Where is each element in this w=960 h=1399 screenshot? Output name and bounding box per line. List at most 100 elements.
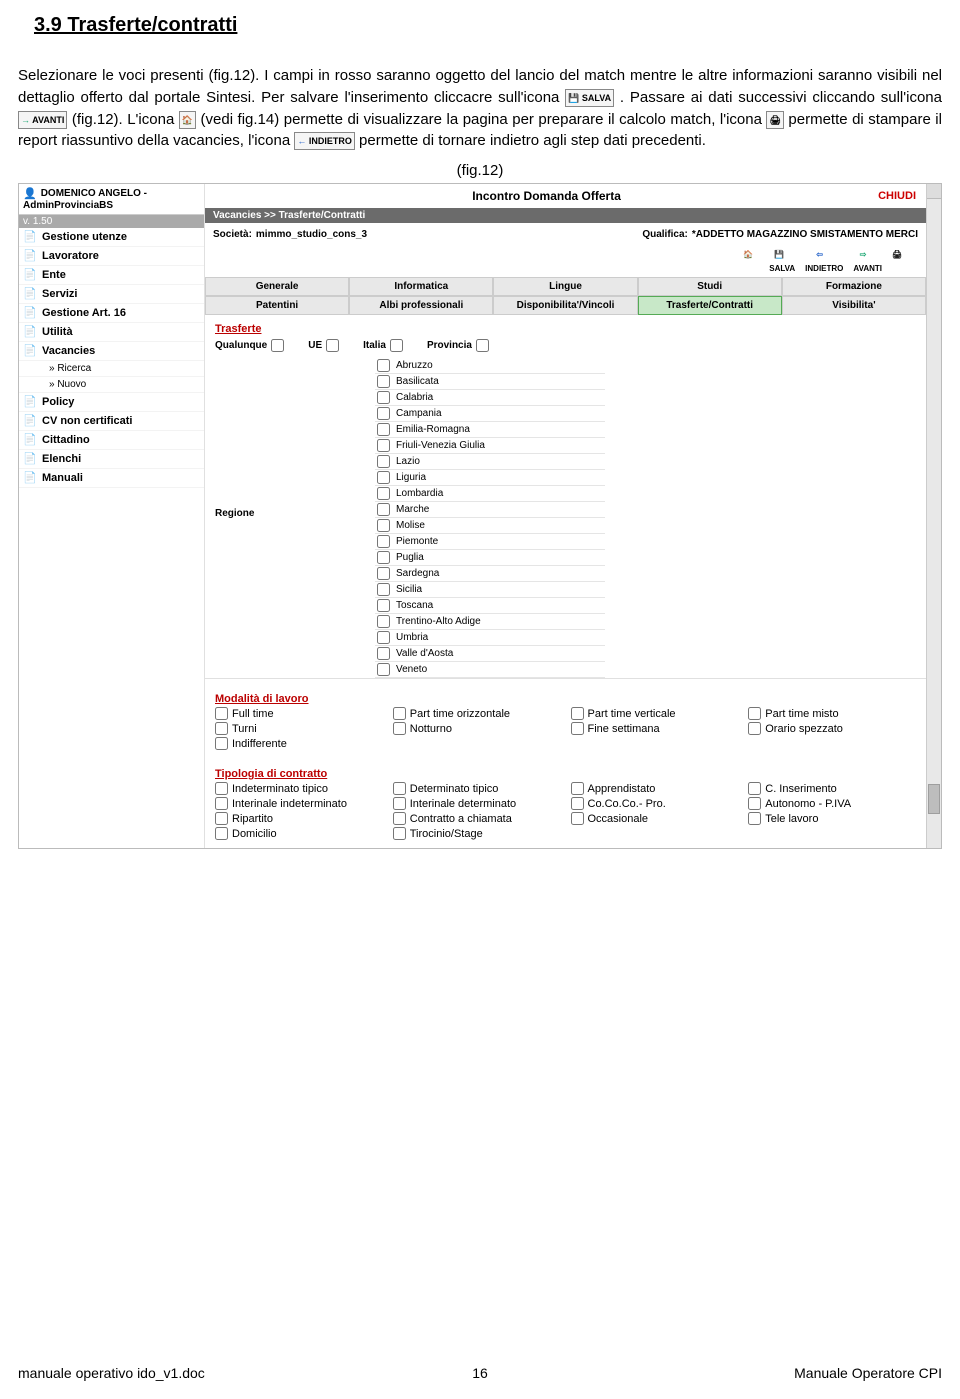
region-checkbox[interactable] <box>377 359 390 372</box>
sidebar-item[interactable]: 📄Manuali <box>19 469 204 488</box>
option-check[interactable]: Full time <box>215 707 383 720</box>
option-check[interactable]: C. Inserimento <box>748 782 916 795</box>
tab[interactable]: Albi professionali <box>349 296 493 315</box>
scroll-up-arrow[interactable] <box>927 184 941 199</box>
checkbox[interactable] <box>393 812 406 825</box>
trasferte-check[interactable]: Qualunque <box>215 339 284 352</box>
option-check[interactable]: Interinale indeterminato <box>215 797 383 810</box>
checkbox[interactable] <box>215 812 228 825</box>
region-checkbox[interactable] <box>377 615 390 628</box>
checkbox[interactable] <box>476 339 489 352</box>
option-check[interactable]: Turni <box>215 722 383 735</box>
trasferte-check[interactable]: UE <box>308 339 339 352</box>
option-check[interactable]: Indeterminato tipico <box>215 782 383 795</box>
sidebar-item[interactable]: 📄Gestione utenze <box>19 228 204 247</box>
option-check[interactable]: Interinale determinato <box>393 797 561 810</box>
checkbox[interactable] <box>748 722 761 735</box>
region-checkbox[interactable] <box>377 471 390 484</box>
sidebar-item[interactable]: 📄Cittadino <box>19 431 204 450</box>
tab[interactable]: Patentini <box>205 296 349 315</box>
region-checkbox[interactable] <box>377 519 390 532</box>
avanti-button[interactable]: ⇨AVANTI <box>853 250 882 273</box>
tab[interactable]: Trasferte/Contratti <box>638 296 782 315</box>
region-checkbox[interactable] <box>377 487 390 500</box>
print-button[interactable]: 🖨 <box>892 250 908 273</box>
checkbox[interactable] <box>571 797 584 810</box>
sidebar-item[interactable]: 📄Policy <box>19 393 204 412</box>
tab[interactable]: Informatica <box>349 277 493 296</box>
option-check[interactable]: Apprendistato <box>571 782 739 795</box>
checkbox[interactable] <box>215 782 228 795</box>
sidebar-subitem[interactable]: » Nuovo <box>19 377 204 393</box>
tab[interactable]: Studi <box>638 277 782 296</box>
option-check[interactable]: Indifferente <box>215 737 383 750</box>
region-checkbox[interactable] <box>377 391 390 404</box>
checkbox[interactable] <box>393 827 406 840</box>
checkbox[interactable] <box>215 707 228 720</box>
region-checkbox[interactable] <box>377 455 390 468</box>
region-checkbox[interactable] <box>377 503 390 516</box>
option-check[interactable]: Contratto a chiamata <box>393 812 561 825</box>
checkbox[interactable] <box>215 797 228 810</box>
sidebar-item[interactable]: 📄Elenchi <box>19 450 204 469</box>
tab[interactable]: Lingue <box>493 277 637 296</box>
checkbox[interactable] <box>215 827 228 840</box>
vertical-scrollbar[interactable] <box>926 184 941 848</box>
checkbox[interactable] <box>748 707 761 720</box>
checkbox[interactable] <box>571 707 584 720</box>
region-checkbox[interactable] <box>377 535 390 548</box>
checkbox[interactable] <box>215 737 228 750</box>
close-link[interactable]: CHIUDI <box>878 190 916 202</box>
option-check[interactable]: Autonomo - P.IVA <box>748 797 916 810</box>
sidebar-item[interactable]: 📄Ente <box>19 266 204 285</box>
region-checkbox[interactable] <box>377 567 390 580</box>
region-checkbox[interactable] <box>377 375 390 388</box>
region-checkbox[interactable] <box>377 599 390 612</box>
option-check[interactable]: Ripartito <box>215 812 383 825</box>
tab[interactable]: Disponibilita'/Vincoli <box>493 296 637 315</box>
region-checkbox[interactable] <box>377 423 390 436</box>
option-check[interactable]: Part time misto <box>748 707 916 720</box>
tab[interactable]: Visibilita' <box>782 296 926 315</box>
trasferte-check[interactable]: Provincia <box>427 339 489 352</box>
checkbox[interactable] <box>326 339 339 352</box>
option-check[interactable]: Co.Co.Co.- Pro. <box>571 797 739 810</box>
checkbox[interactable] <box>748 812 761 825</box>
region-checkbox[interactable] <box>377 407 390 420</box>
option-check[interactable]: Fine settimana <box>571 722 739 735</box>
region-checkbox[interactable] <box>377 647 390 660</box>
region-checkbox[interactable] <box>377 551 390 564</box>
indietro-button[interactable]: ⇦INDIETRO <box>805 250 843 273</box>
checkbox[interactable] <box>571 812 584 825</box>
checkbox[interactable] <box>393 782 406 795</box>
checkbox[interactable] <box>748 797 761 810</box>
checkbox[interactable] <box>393 797 406 810</box>
sidebar-item[interactable]: 📄Servizi <box>19 285 204 304</box>
scroll-thumb[interactable] <box>928 784 940 814</box>
region-checkbox[interactable] <box>377 439 390 452</box>
home-button[interactable]: 🏠 <box>743 250 759 273</box>
region-checkbox[interactable] <box>377 631 390 644</box>
sidebar-item[interactable]: 📄Vacancies <box>19 342 204 361</box>
sidebar-subitem[interactable]: » Ricerca <box>19 361 204 377</box>
checkbox[interactable] <box>393 707 406 720</box>
checkbox[interactable] <box>393 722 406 735</box>
tab[interactable]: Formazione <box>782 277 926 296</box>
option-check[interactable]: Notturno <box>393 722 561 735</box>
tab[interactable]: Generale <box>205 277 349 296</box>
option-check[interactable]: Domicilio <box>215 827 383 840</box>
sidebar-item[interactable]: 📄CV non certificati <box>19 412 204 431</box>
sidebar-item[interactable]: 📄Lavoratore <box>19 247 204 266</box>
sidebar-item[interactable]: 📄Gestione Art. 16 <box>19 304 204 323</box>
option-check[interactable]: Part time verticale <box>571 707 739 720</box>
region-checkbox[interactable] <box>377 583 390 596</box>
option-check[interactable]: Occasionale <box>571 812 739 825</box>
checkbox[interactable] <box>571 722 584 735</box>
checkbox[interactable] <box>748 782 761 795</box>
salva-button[interactable]: 💾SALVA <box>769 250 795 273</box>
checkbox[interactable] <box>571 782 584 795</box>
option-check[interactable]: Determinato tipico <box>393 782 561 795</box>
option-check[interactable]: Orario spezzato <box>748 722 916 735</box>
checkbox[interactable] <box>215 722 228 735</box>
option-check[interactable]: Tirocinio/Stage <box>393 827 561 840</box>
